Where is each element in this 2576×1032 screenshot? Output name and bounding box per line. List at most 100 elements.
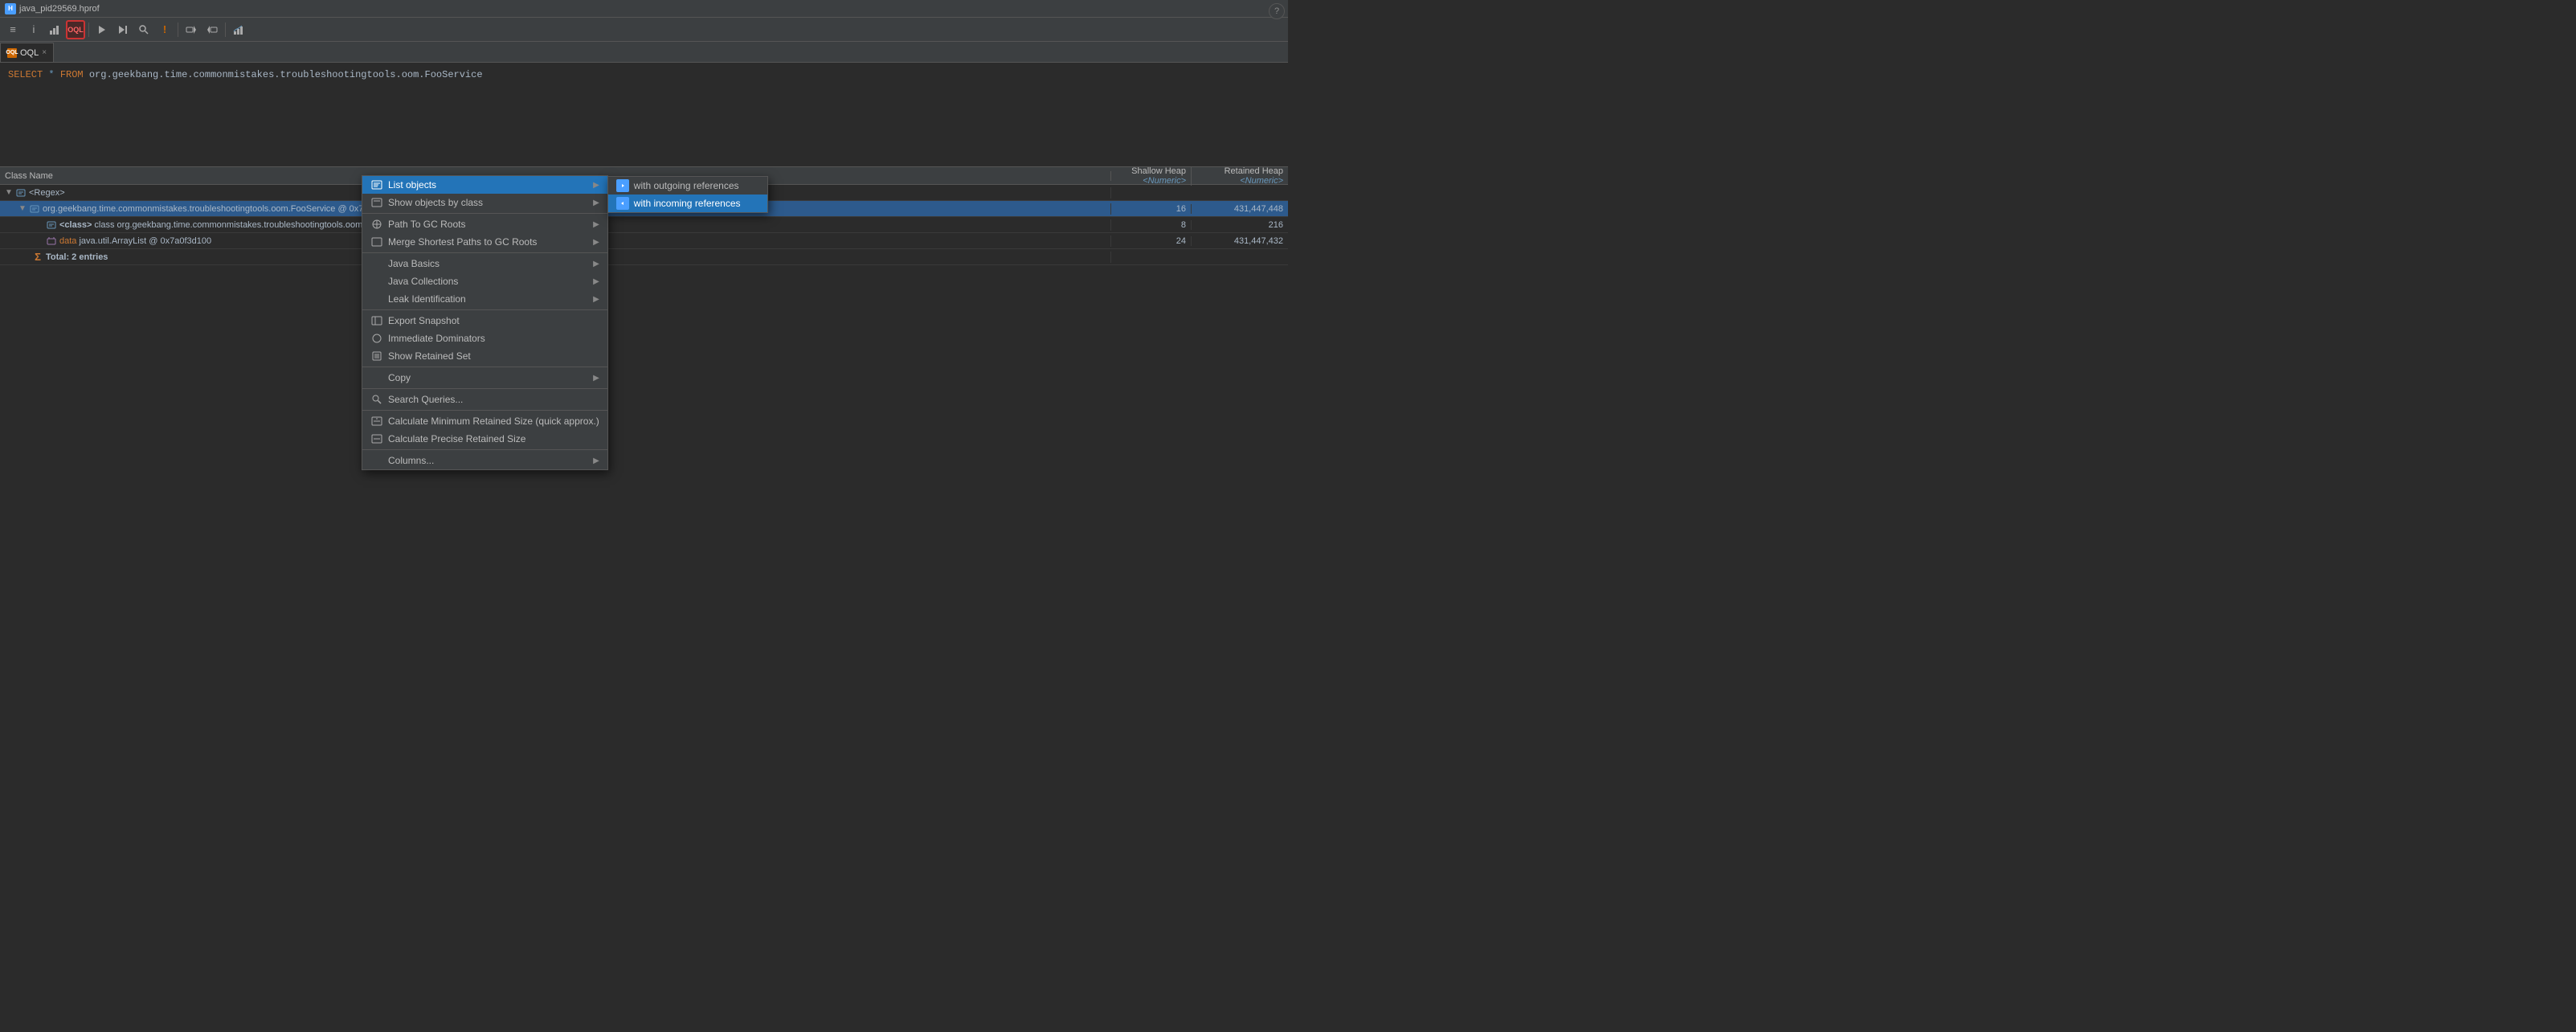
submenu-label-outgoing: with outgoing references — [634, 180, 739, 191]
menu-item-java-collections[interactable]: Java Collections ▶ — [362, 272, 607, 290]
toolbar-btn-chart[interactable] — [229, 20, 248, 39]
submenu-item-incoming[interactable]: with incoming references — [608, 195, 767, 212]
menu-icon-copy — [370, 371, 383, 384]
oql-tab-label: OQL — [20, 48, 39, 58]
submenu-arrow-list: ▶ — [593, 181, 599, 190]
submenu-item-outgoing[interactable]: with outgoing references — [608, 177, 767, 195]
row-retained-arraylist: 431,447,432 — [1192, 236, 1288, 246]
menu-icon-calc-precise — [370, 432, 383, 445]
oql-tab[interactable]: OQL OQL × — [0, 43, 54, 62]
oql-tab-icon: OQL — [7, 48, 17, 58]
tree-expand-fooservice[interactable]: ▼ — [18, 204, 27, 213]
col-header-shallow: Shallow Heap <Numeric> — [1111, 167, 1192, 186]
table-row[interactable]: <class> class org.geekbang.time.commonmi… — [0, 217, 1288, 233]
oql-tab-close[interactable]: × — [42, 48, 47, 57]
menu-sep-2 — [362, 252, 607, 253]
row-shallow-arraylist: 24 — [1111, 236, 1192, 246]
row-shallow-fooservice: 16 — [1111, 204, 1192, 214]
menu-icon-search-queries — [370, 393, 383, 406]
menu-icon-calc-min — [370, 415, 383, 428]
menu-item-export-snapshot[interactable]: Export Snapshot — [362, 312, 607, 330]
row-label-arraylist: data java.util.ArrayList @ 0x7a0f3d100 — [59, 236, 211, 246]
context-menu: List objects ▶ with outgoing references — [362, 175, 608, 470]
menu-label-calc-precise: Calculate Precise Retained Size — [388, 433, 599, 444]
row-retained-fooservice: 431,447,448 — [1192, 204, 1288, 214]
menu-item-search-queries[interactable]: Search Queries... — [362, 391, 607, 408]
toolbar-btn-overview[interactable]: ≡ — [3, 20, 22, 39]
submenu-arrow-show-class: ▶ — [593, 199, 599, 207]
editor-class-name: org.geekbang.time.commonmistakes.trouble… — [89, 69, 483, 80]
menu-item-path-to-gc[interactable]: Path To GC Roots ▶ — [362, 215, 607, 233]
help-button[interactable]: ? — [1269, 3, 1285, 19]
submenu-arrow-java-basics: ▶ — [593, 260, 599, 268]
menu-item-leak-identification[interactable]: Leak Identification ▶ — [362, 290, 607, 308]
menu-item-show-retained[interactable]: Show Retained Set — [362, 347, 607, 365]
menu-item-merge-shortest[interactable]: Merge Shortest Paths to GC Roots ▶ — [362, 233, 607, 251]
toolbar-btn-info[interactable]: i — [24, 20, 43, 39]
menu-item-copy[interactable]: Copy ▶ — [362, 369, 607, 387]
toolbar-btn-histogram[interactable] — [45, 20, 64, 39]
menu-label-copy: Copy — [388, 372, 588, 383]
tree-expand-regex[interactable]: ▼ — [5, 188, 13, 197]
toolbar-btn-run-config[interactable] — [113, 20, 133, 39]
menu-icon-show-class — [370, 196, 383, 209]
col-header-retained: Retained Heap <Numeric> — [1192, 167, 1288, 186]
menu-item-immediate-dominators[interactable]: Immediate Dominators — [362, 330, 607, 347]
toolbar-btn-forward[interactable] — [202, 20, 222, 39]
menu-icon-java-basics — [370, 257, 383, 270]
toolbar-separator-1 — [88, 23, 89, 37]
row-icon-field — [46, 235, 57, 247]
toolbar-btn-back[interactable] — [182, 20, 201, 39]
row-icon-regex — [15, 187, 27, 199]
row-label-total: Total: 2 entries — [46, 252, 108, 262]
toolbar: ≡ i OQL ! — [0, 18, 1288, 42]
menu-sep-1 — [362, 213, 607, 214]
window-title: java_pid29569.hprof — [19, 4, 1278, 14]
menu-item-calc-precise[interactable]: Calculate Precise Retained Size — [362, 430, 607, 448]
main-container: H java_pid29569.hprof × ≡ i OQL — [0, 0, 1288, 516]
menu-label-java-basics: Java Basics — [388, 258, 588, 269]
row-label-regex: <Regex> — [29, 188, 65, 198]
menu-sep-5 — [362, 388, 607, 389]
menu-icon-java-collections — [370, 275, 383, 288]
toolbar-btn-oql[interactable]: OQL — [66, 20, 85, 39]
menu-item-columns[interactable]: Columns... ▶ — [362, 452, 607, 469]
submenu-arrow-leak: ▶ — [593, 295, 599, 304]
submenu-arrow-merge: ▶ — [593, 238, 599, 247]
toolbar-btn-search[interactable] — [134, 20, 153, 39]
row-icon-sigma: Σ — [32, 252, 43, 263]
menu-label-list-objects: List objects — [388, 179, 588, 190]
table-row[interactable]: Σ Total: 2 entries — [0, 249, 1288, 265]
menu-item-show-objects-by-class[interactable]: Show objects by class ▶ — [362, 194, 607, 211]
app-icon: H — [5, 3, 16, 14]
content-area: Class Name Shallow Heap <Numeric> Retain… — [0, 167, 1288, 516]
menu-item-calc-min[interactable]: Calculate Minimum Retained Size (quick a… — [362, 412, 607, 430]
menu-icon-columns — [370, 454, 383, 467]
submenu-arrow-columns: ▶ — [593, 457, 599, 465]
menu-icon-dominators — [370, 332, 383, 345]
row-icon-class — [46, 219, 57, 231]
tab-bar: OQL OQL × — [0, 42, 1288, 63]
menu-label-leak-identification: Leak Identification — [388, 293, 588, 305]
menu-label-immediate-dominators: Immediate Dominators — [388, 333, 599, 344]
menu-label-merge-shortest: Merge Shortest Paths to GC Roots — [388, 236, 588, 248]
menu-label-columns: Columns... — [388, 455, 588, 466]
editor-area[interactable]: SELECT * FROM org.geekbang.time.commonmi… — [0, 63, 1288, 167]
menu-item-java-basics[interactable]: Java Basics ▶ — [362, 255, 607, 272]
toolbar-separator-3 — [225, 23, 226, 37]
submenu-list-objects: with outgoing references with incoming r… — [607, 176, 768, 213]
title-bar: H java_pid29569.hprof × — [0, 0, 1288, 18]
menu-label-show-retained: Show Retained Set — [388, 350, 599, 362]
menu-item-list-objects[interactable]: List objects ▶ with outgoing references — [362, 176, 607, 194]
menu-label-search-queries: Search Queries... — [388, 394, 599, 405]
toolbar-btn-run[interactable] — [92, 20, 112, 39]
menu-icon-export — [370, 314, 383, 327]
menu-label-show-objects-by-class: Show objects by class — [388, 197, 588, 208]
submenu-icon-outgoing — [616, 179, 629, 192]
menu-icon-merge — [370, 235, 383, 248]
menu-label-export-snapshot: Export Snapshot — [388, 315, 599, 326]
table-row[interactable]: data java.util.ArrayList @ 0x7a0f3d100 2… — [0, 233, 1288, 249]
menu-icon-list — [370, 178, 383, 191]
toolbar-btn-alert[interactable]: ! — [155, 20, 174, 39]
menu-icon-path-gc — [370, 218, 383, 231]
